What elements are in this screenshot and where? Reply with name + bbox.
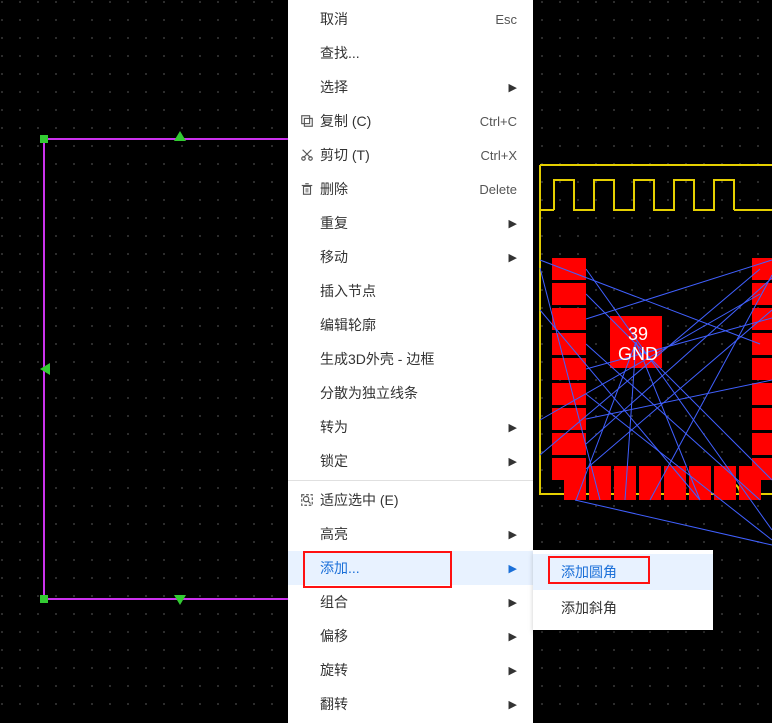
menu-item[interactable]: 移动▶: [288, 240, 533, 274]
copy-icon: [296, 114, 318, 128]
menu-item[interactable]: 旋转▶: [288, 653, 533, 687]
menu-item-label: 生成3D外壳 - 边框: [318, 349, 517, 369]
submenu-arrow-icon: ▶: [507, 81, 517, 94]
menu-item[interactable]: 剪切 (T)Ctrl+X: [288, 138, 533, 172]
context-menu[interactable]: 取消Esc查找...选择▶复制 (C)Ctrl+C剪切 (T)Ctrl+X删除D…: [288, 0, 533, 723]
menu-item[interactable]: 生成3D外壳 - 边框: [288, 342, 533, 376]
menu-item-shortcut: Ctrl+C: [480, 114, 517, 129]
submenu-arrow-icon: ▶: [507, 630, 517, 643]
menu-item[interactable]: 翻转▶: [288, 687, 533, 721]
menu-item-label: 查找...: [318, 43, 517, 63]
menu-item-label: 旋转: [318, 660, 507, 680]
fit-icon: [296, 493, 318, 507]
menu-separator: [288, 480, 533, 481]
menu-item-label: 添加...: [318, 558, 507, 578]
menu-item-label: 转为: [318, 417, 507, 437]
menu-item[interactable]: 转为▶: [288, 410, 533, 444]
submenu-item[interactable]: 添加圆角: [533, 554, 713, 590]
menu-item[interactable]: 高亮▶: [288, 517, 533, 551]
menu-item-label: 删除: [318, 179, 479, 199]
menu-item[interactable]: 插入节点: [288, 274, 533, 308]
menu-item-label: 高亮: [318, 524, 507, 544]
submenu-item[interactable]: 添加斜角: [533, 590, 713, 626]
menu-item[interactable]: 取消Esc: [288, 2, 533, 36]
menu-item[interactable]: 锁定▶: [288, 444, 533, 478]
submenu-item-label: 添加圆角: [561, 562, 617, 582]
menu-item-label: 适应选中 (E): [318, 490, 517, 510]
menu-item[interactable]: 重复▶: [288, 206, 533, 240]
menu-item-shortcut: Ctrl+X: [481, 148, 517, 163]
menu-item-shortcut: Delete: [479, 182, 517, 197]
menu-item[interactable]: 查找...: [288, 36, 533, 70]
submenu-arrow-icon: ▶: [507, 455, 517, 468]
menu-item-label: 分散为独立线条: [318, 383, 517, 403]
menu-item-label: 选择: [318, 77, 507, 97]
menu-item[interactable]: 选择▶: [288, 70, 533, 104]
menu-item-label: 编辑轮廓: [318, 315, 517, 335]
menu-item[interactable]: 适应选中 (E): [288, 483, 533, 517]
submenu-arrow-icon: ▶: [507, 528, 517, 541]
menu-item[interactable]: 组合▶: [288, 585, 533, 619]
menu-item[interactable]: 复制 (C)Ctrl+C: [288, 104, 533, 138]
submenu-arrow-icon: ▶: [507, 596, 517, 609]
pin-label: 39 GND: [618, 325, 658, 365]
menu-item[interactable]: 添加...▶: [288, 551, 533, 585]
menu-item-label: 插入节点: [318, 281, 517, 301]
menu-item[interactable]: 删除Delete: [288, 172, 533, 206]
submenu-arrow-icon: ▶: [507, 251, 517, 264]
submenu-arrow-icon: ▶: [507, 664, 517, 677]
menu-item[interactable]: 偏移▶: [288, 619, 533, 653]
pin-number: 39: [618, 325, 658, 345]
menu-item-shortcut: Esc: [495, 12, 517, 27]
submenu-add[interactable]: 添加圆角添加斜角: [533, 550, 713, 630]
submenu-arrow-icon: ▶: [507, 421, 517, 434]
menu-item[interactable]: 编辑轮廓: [288, 308, 533, 342]
cut-icon: [296, 148, 318, 162]
menu-item-label: 翻转: [318, 694, 507, 714]
menu-item-label: 取消: [318, 9, 495, 29]
menu-item-label: 剪切 (T): [318, 145, 481, 165]
submenu-arrow-icon: ▶: [507, 698, 517, 711]
menu-item-label: 移动: [318, 247, 507, 267]
menu-item-label: 复制 (C): [318, 111, 480, 131]
menu-item-label: 偏移: [318, 626, 507, 646]
menu-item[interactable]: 分散为独立线条: [288, 376, 533, 410]
delete-icon: [296, 182, 318, 196]
submenu-arrow-icon: ▶: [507, 217, 517, 230]
menu-item-label: 重复: [318, 213, 507, 233]
submenu-arrow-icon: ▶: [507, 562, 517, 575]
submenu-item-label: 添加斜角: [561, 598, 617, 618]
menu-item-label: 锁定: [318, 451, 507, 471]
menu-item-label: 组合: [318, 592, 507, 612]
pin-net: GND: [618, 345, 658, 365]
